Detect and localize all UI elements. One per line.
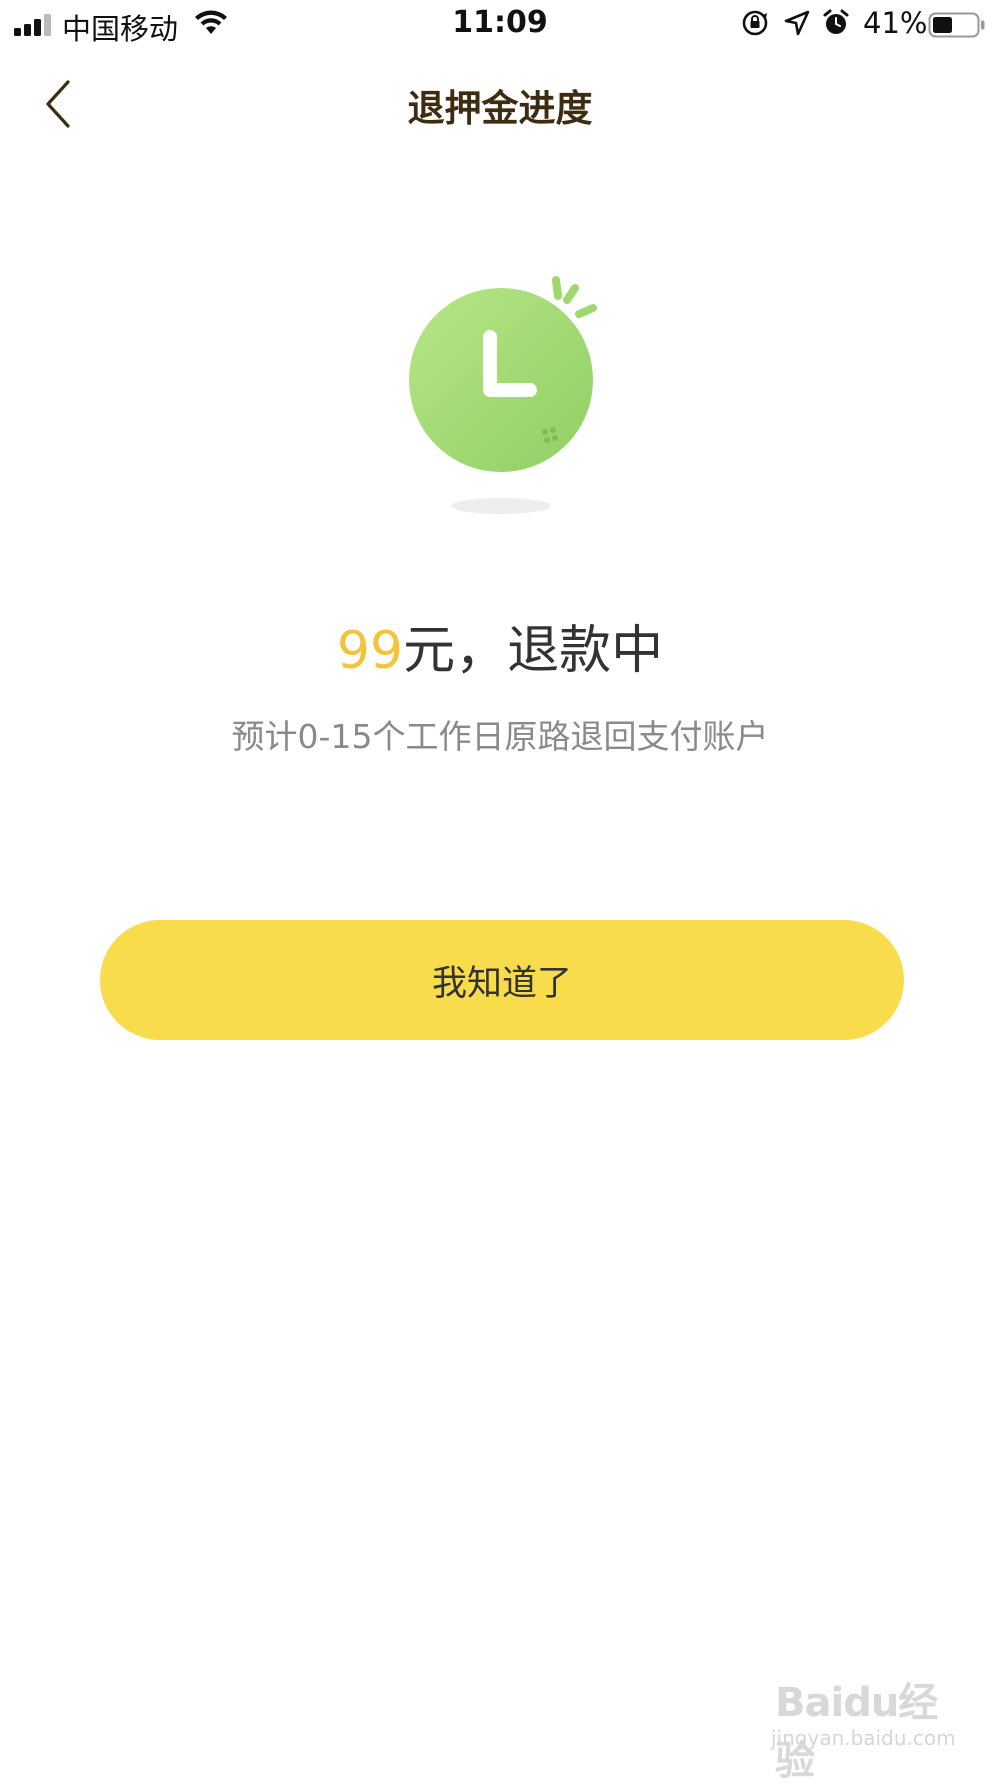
status-bar: 中国移动 11:09 41%	[0, 0, 1000, 50]
location-arrow-icon	[784, 10, 810, 36]
refund-subtitle: 预计0-15个工作日原路退回支付账户	[231, 717, 769, 756]
status-time: 11:09	[452, 5, 548, 40]
watermark-url: jingyan.baidu.com	[771, 1726, 956, 1750]
rotation-lock-icon	[742, 10, 768, 36]
refund-amount: 99	[336, 621, 404, 681]
alarm-icon	[823, 9, 849, 34]
battery-icon	[928, 12, 985, 38]
acknowledge-button[interactable]: 我知道了	[100, 920, 904, 1040]
page-title: 退押金进度	[407, 87, 593, 130]
baidu-watermark: Baidu经验 jingyan.baidu.com	[765, 1668, 965, 1784]
refund-status-text: 元，退款中	[403, 621, 664, 681]
refund-status: 99元，退款中	[0, 608, 1000, 683]
nav-bar: 退押金进度	[0, 60, 1000, 146]
battery-percent: 41%	[863, 6, 928, 40]
clock-icon	[409, 276, 597, 514]
